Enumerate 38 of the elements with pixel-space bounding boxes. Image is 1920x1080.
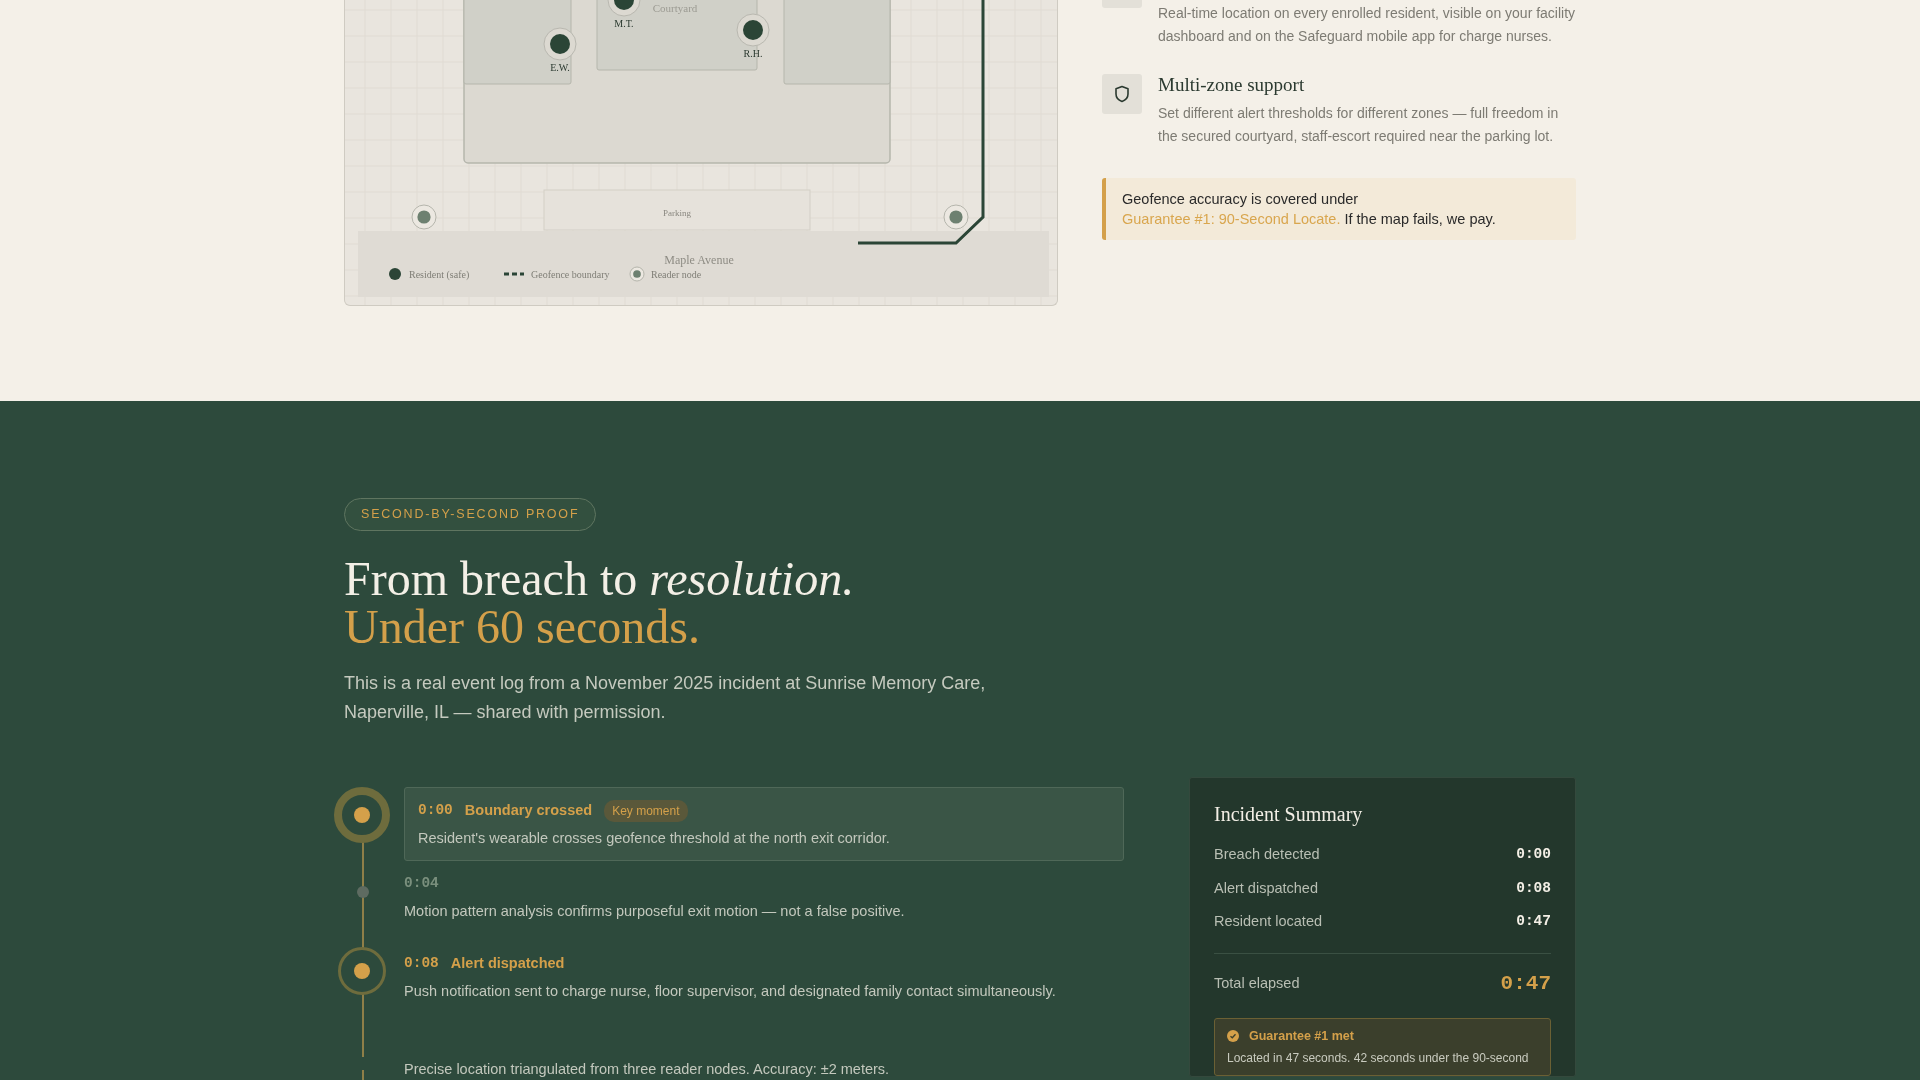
resident-initials: M.T.: [614, 18, 634, 29]
total-label: Total elapsed: [1214, 973, 1300, 993]
summary-value: 0:08: [1516, 878, 1551, 898]
guarantee-link[interactable]: Guarantee #1: 90-Second Locate.: [1122, 210, 1341, 227]
callout-text: Geofence accuracy is covered under Guarantee #1: 90-Second Locate. If the map fails, we pay.: [1102, 177, 1576, 240]
event-time: 0:04: [404, 873, 439, 893]
section-heading: From breach to resolution.: [344, 554, 856, 603]
event-description: Motion pattern analysis confirms purposeful exit motion — not a false positive.: [404, 901, 906, 921]
legend-label: Geofence boundary: [531, 269, 610, 280]
summary-value: 0:00: [1516, 844, 1551, 864]
resident-initials: E.W.: [550, 62, 570, 73]
event-description: Push notification sent to charge nurse, floor supervisor, and designated family contact simultaneously.: [404, 981, 1057, 1001]
section-subheading: Under 60 seconds.: [344, 602, 701, 651]
legend-label: Resident (safe): [409, 269, 470, 280]
guarantee-text: Located in 47 seconds. 42 seconds under the 90-second: [1227, 1050, 1530, 1068]
summary-label: Breach detected: [1214, 844, 1320, 864]
event-time: 0:00: [418, 800, 453, 820]
summary-label: Resident located: [1214, 912, 1322, 932]
summary-value: 0:47: [1516, 912, 1551, 932]
event-title: Alert dispatched: [450, 953, 565, 973]
guarantee-title: Guarantee #1 met: [1249, 1027, 1354, 1045]
event-time: 0:08: [404, 953, 439, 973]
feature-description: Real-time location on every enrolled resident, visible on your facility dashboard and on the Safeguard mobile app for charge nurses.: [1158, 4, 1576, 46]
event-title: Boundary crossed: [464, 800, 593, 820]
event-description: Precise location triangulated from three reader nodes. Accuracy: ±2 meters.: [404, 1059, 891, 1079]
event-description: Resident's wearable crosses geofence threshold at the north exit corridor.: [418, 828, 891, 848]
resident-initials: R.H.: [743, 48, 763, 59]
legend-label: Reader node: [651, 269, 702, 280]
feature-title: Multi-zone support: [1158, 74, 1306, 97]
section-badge: SECOND-BY-SECOND PROOF: [344, 498, 597, 531]
total-value: 0:47: [1500, 971, 1551, 997]
street-label: Maple Avenue: [664, 253, 734, 267]
parking-label: Parking: [663, 208, 691, 218]
intro-text: This is a real event log from a November 2025 incident at Sunrise Memory Care, Naperville, IL — shared with permission.: [344, 671, 987, 724]
feature-description: Set different alert thresholds for different zones — full freedom in the secured courtyard, staff-escort required near the parking lot.: [1158, 103, 1560, 146]
summary-label: Alert dispatched: [1214, 878, 1318, 898]
key-moment-tag: Key moment: [604, 799, 688, 822]
summary-title: Incident Summary: [1214, 801, 1364, 826]
